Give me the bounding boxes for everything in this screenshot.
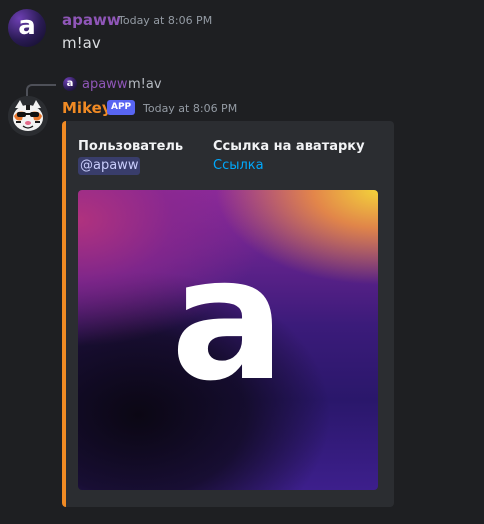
tiger-avatar-icon[interactable] [8, 96, 48, 136]
user-avatar[interactable]: a [8, 9, 46, 47]
avatar-image-letter: a [170, 221, 286, 419]
message-content: m!av [62, 34, 101, 52]
reply-avatar[interactable]: a [63, 77, 77, 91]
bot-timestamp: Today at 8:06 PM [143, 102, 238, 115]
avatar-letter: a [18, 11, 36, 41]
embed-field-avatar-link-name: Ссылка на аватарку [213, 139, 365, 154]
app-badge: APP [107, 100, 136, 115]
reply-username[interactable]: apaww [82, 77, 127, 93]
reply-preview-text[interactable]: m!av [128, 77, 162, 93]
message-timestamp: Today at 8:06 PM [118, 14, 213, 27]
message-username[interactable]: apaww [62, 11, 121, 29]
avatar-link[interactable]: Ссылка [213, 157, 264, 175]
bot-username[interactable]: Mikey [62, 99, 112, 117]
message-apaww: a apaww Today at 8:06 PM m!av [0, 0, 484, 70]
reply-connector [26, 84, 56, 96]
user-mention[interactable]: @apaww [78, 157, 141, 175]
bot-embed: Пользователь Ссылка на аватарку @apaww С… [62, 121, 394, 507]
embed-field-user-name: Пользователь [78, 139, 184, 154]
embed-avatar-image[interactable]: a [78, 190, 378, 490]
